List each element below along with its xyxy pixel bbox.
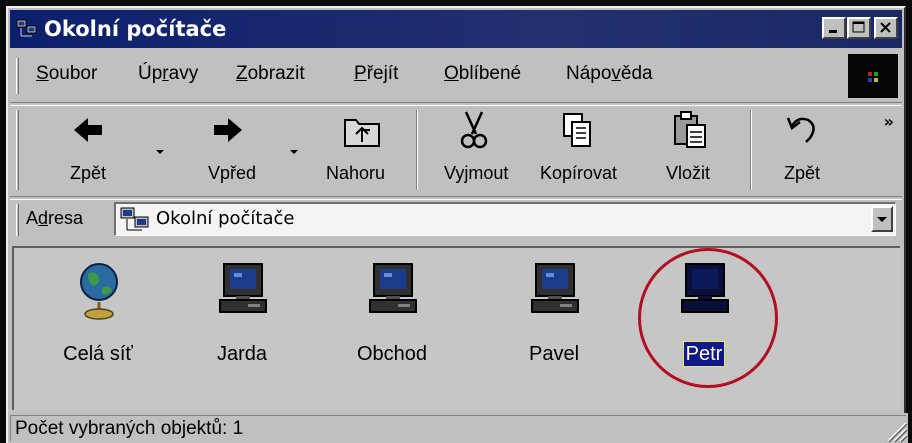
explorer-window: Okolní počítače Soubor Úpravy Zobrazit P…	[6, 6, 908, 443]
resize-grip-icon[interactable]	[882, 417, 908, 443]
paste-button[interactable]: Vložit	[646, 104, 736, 192]
status-bar: Počet vybraných objektů: 1	[8, 413, 908, 443]
toolbar-separator	[416, 110, 418, 190]
forward-arrow-icon	[214, 118, 242, 142]
folder-up-icon	[344, 119, 380, 147]
menu-prejit[interactable]: Přejít	[354, 62, 398, 86]
menu-zobrazit[interactable]: Zobrazit	[236, 62, 305, 86]
cut-label: Vyjmout	[444, 163, 509, 183]
back-button[interactable]: Zpět	[50, 104, 130, 192]
item-label: Pavel	[528, 343, 580, 365]
close-icon	[880, 22, 891, 33]
computer-icon	[369, 263, 417, 313]
window-title: Okolní počítače	[44, 17, 227, 41]
item-obchod[interactable]: Obchod	[342, 256, 442, 376]
up-label: Nahoru	[326, 163, 386, 183]
maximize-button[interactable]	[847, 17, 871, 39]
annotation-circle	[638, 248, 778, 388]
computer-icon	[219, 263, 267, 313]
file-view[interactable]: Celá síť Jarda Obchod Pavel Petr	[12, 246, 900, 410]
address-label: Adresa	[26, 208, 84, 228]
menu-oblibene[interactable]: Oblíbené	[444, 62, 521, 86]
toolbar-separator	[750, 110, 752, 190]
paste-icon	[674, 111, 706, 148]
copy-icon	[563, 113, 591, 147]
up-button[interactable]: Nahoru	[316, 104, 406, 192]
copy-button[interactable]: Kopírovat	[530, 104, 630, 192]
back-dropdown-icon[interactable]	[156, 150, 164, 154]
close-button[interactable]	[874, 17, 898, 39]
cut-button[interactable]: Vyjmout	[426, 104, 516, 192]
undo-label: Zpět	[784, 163, 821, 183]
minimize-button[interactable]	[822, 17, 846, 39]
item-cela-sit[interactable]: Celá síť	[48, 256, 148, 376]
menu-soubor[interactable]: Soubor	[36, 62, 97, 86]
address-field[interactable]: Okolní počítače	[114, 202, 896, 236]
forward-label: Vpřed	[208, 163, 257, 183]
undo-button[interactable]: Zpět	[762, 104, 842, 192]
minimize-icon	[829, 30, 837, 33]
menu-napoveda[interactable]: Nápověda	[566, 62, 653, 86]
address-dropdown-button[interactable]	[871, 206, 893, 232]
toolbar-grip[interactable]	[16, 110, 19, 190]
copy-label: Kopírovat	[540, 163, 618, 183]
windows-logo	[848, 54, 898, 98]
item-jarda[interactable]: Jarda	[192, 256, 292, 376]
maximize-icon	[852, 21, 865, 33]
network-neighborhood-icon	[16, 19, 37, 37]
toolbar: Zpět Vpřed Nahoru Vyjmout Kopírovat Vlož…	[10, 104, 902, 196]
status-pane: Počet vybraných objektů: 1	[10, 415, 906, 441]
address-bar: Adresa Okolní počítače	[10, 198, 902, 242]
forward-dropdown-icon[interactable]	[290, 150, 298, 154]
address-value: Okolní počítače	[156, 208, 295, 229]
menu-upravy[interactable]: Úpravy	[138, 62, 198, 86]
undo-icon	[786, 117, 815, 143]
address-grip[interactable]	[16, 204, 19, 236]
back-label: Zpět	[70, 163, 107, 183]
paste-label: Vložit	[666, 163, 711, 183]
status-text: Počet vybraných objektů: 1	[15, 418, 244, 439]
menu-grip[interactable]	[16, 58, 19, 94]
computer-icon	[531, 263, 579, 313]
windows-flag-icon	[868, 72, 878, 82]
menu-bar: Soubor Úpravy Zobrazit Přejít Oblíbené N…	[10, 50, 902, 102]
title-bar[interactable]: Okolní počítače	[10, 10, 902, 48]
toolbar-more-icon[interactable]: »	[884, 112, 894, 131]
item-label: Jarda	[216, 343, 268, 365]
item-label: Obchod	[356, 343, 428, 365]
globe-icon	[80, 263, 118, 320]
item-pavel[interactable]: Pavel	[504, 256, 604, 376]
scissors-icon	[460, 111, 488, 149]
back-arrow-icon	[74, 118, 102, 142]
item-label: Celá síť	[63, 343, 133, 365]
forward-button[interactable]: Vpřed	[186, 104, 276, 192]
network-neighborhood-icon	[120, 207, 149, 231]
